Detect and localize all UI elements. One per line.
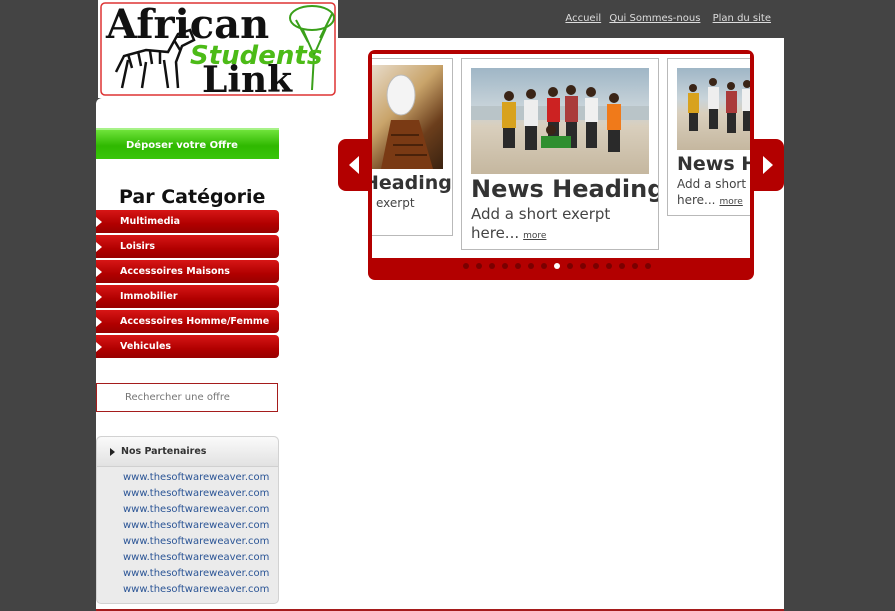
news-card[interactable]: News Heading Add a short exerpt here... m… <box>461 58 659 250</box>
person-image <box>381 74 433 169</box>
news-excerpt: Add a short e <box>677 177 750 191</box>
news-excerpt-line2: here... more <box>471 224 546 242</box>
slider-dot[interactable] <box>606 263 612 269</box>
partners-list: www.thesoftwareweaver.com www.thesoftwar… <box>97 467 278 598</box>
slider-dot[interactable] <box>502 263 508 269</box>
category-label: Immobilier <box>120 291 178 302</box>
arrow-right-icon <box>96 317 102 327</box>
slider-dot[interactable] <box>541 263 547 269</box>
category-label: Loisirs <box>120 241 156 252</box>
news-card[interactable]: News H Add a short e here... more <box>667 58 750 216</box>
news-excerpt-text: Add a short exerpt <box>471 205 611 223</box>
arrow-right-icon <box>96 217 102 227</box>
news-excerpt: exerpt <box>376 196 415 210</box>
news-excerpt: Add a short exerpt <box>471 205 610 223</box>
more-link[interactable]: more <box>523 231 546 241</box>
nav-accueil[interactable]: Accueil <box>565 13 601 24</box>
partner-link[interactable]: www.thesoftwareweaver.com <box>97 518 278 534</box>
category-list: Multimedia Loisirs Accessoires Maisons I… <box>96 210 279 360</box>
news-card[interactable]: Heading exerpt <box>372 58 453 236</box>
news-slider: Heading exerpt N <box>368 50 754 280</box>
category-item-accessoires-homme-femme[interactable]: Accessoires Homme/Femme <box>96 310 279 333</box>
news-photo <box>372 65 443 169</box>
news-photo <box>677 68 750 150</box>
news-excerpt-line2: here... more <box>677 193 743 207</box>
news-heading: News Heading <box>471 175 659 203</box>
partner-link[interactable]: www.thesoftwareweaver.com <box>97 502 278 518</box>
slider-dot[interactable] <box>580 263 586 269</box>
slider-dot[interactable] <box>554 263 560 269</box>
arrow-right-icon <box>96 267 102 277</box>
news-photo <box>471 68 649 174</box>
news-excerpt-text: here... <box>471 224 520 242</box>
category-item-vehicules[interactable]: Vehicules <box>96 335 279 358</box>
slider-dot[interactable] <box>632 263 638 269</box>
partner-link[interactable]: www.thesoftwareweaver.com <box>97 566 278 582</box>
partners-box: Nos Partenaires www.thesoftwareweaver.co… <box>96 436 279 604</box>
slider-next-button[interactable] <box>750 139 784 191</box>
partner-link[interactable]: www.thesoftwareweaver.com <box>97 582 278 598</box>
partner-link[interactable]: www.thesoftwareweaver.com <box>97 470 278 486</box>
partners-title: Nos Partenaires <box>121 446 207 457</box>
category-title: Par Catégorie <box>119 186 266 208</box>
category-item-multimedia[interactable]: Multimedia <box>96 210 279 233</box>
slider-dot[interactable] <box>528 263 534 269</box>
top-nav: Accueil Qui Sommes-nous Plan du site <box>560 13 771 24</box>
arrow-right-icon <box>110 448 115 456</box>
arrow-right-icon <box>96 342 102 352</box>
chevron-left-icon <box>349 156 359 174</box>
category-label: Multimedia <box>120 216 181 227</box>
slider-dot[interactable] <box>645 263 651 269</box>
slider-dot[interactable] <box>463 263 469 269</box>
partner-link[interactable]: www.thesoftwareweaver.com <box>97 486 278 502</box>
news-heading: Heading <box>372 172 452 194</box>
category-label: Accessoires Homme/Femme <box>120 316 270 327</box>
partners-header[interactable]: Nos Partenaires <box>97 437 278 467</box>
nav-plan-du-site[interactable]: Plan du site <box>713 13 771 24</box>
beach-group-image <box>471 85 649 152</box>
site-logo[interactable]: African Students Link <box>98 0 338 98</box>
search-offer-input[interactable] <box>96 383 278 412</box>
slider-pagination <box>463 263 651 269</box>
slider-dot[interactable] <box>567 263 573 269</box>
slider-dot[interactable] <box>489 263 495 269</box>
slider-dot[interactable] <box>476 263 482 269</box>
slider-prev-button[interactable] <box>338 139 372 191</box>
category-label: Vehicules <box>120 341 172 352</box>
slider-viewport: Heading exerpt N <box>372 54 750 258</box>
chevron-right-icon <box>763 156 773 174</box>
news-excerpt-text: here... <box>677 193 716 207</box>
slider-dot[interactable] <box>515 263 521 269</box>
news-heading: News H <box>677 153 750 175</box>
beach-group-image <box>688 78 750 133</box>
arrow-right-icon <box>96 292 102 302</box>
nav-qui-sommes-nous[interactable]: Qui Sommes-nous <box>609 13 700 24</box>
arrow-right-icon <box>96 242 102 252</box>
partner-link[interactable]: www.thesoftwareweaver.com <box>97 550 278 566</box>
more-link[interactable]: more <box>719 197 742 207</box>
logo-text-link: Link <box>202 59 293 98</box>
deposit-offer-button[interactable]: Déposer votre Offre <box>96 128 279 159</box>
slider-dot[interactable] <box>619 263 625 269</box>
slider-dot[interactable] <box>593 263 599 269</box>
category-label: Accessoires Maisons <box>120 266 230 277</box>
category-item-loisirs[interactable]: Loisirs <box>96 235 279 258</box>
category-item-immobilier[interactable]: Immobilier <box>96 285 279 308</box>
partner-link[interactable]: www.thesoftwareweaver.com <box>97 534 278 550</box>
category-item-accessoires-maisons[interactable]: Accessoires Maisons <box>96 260 279 283</box>
